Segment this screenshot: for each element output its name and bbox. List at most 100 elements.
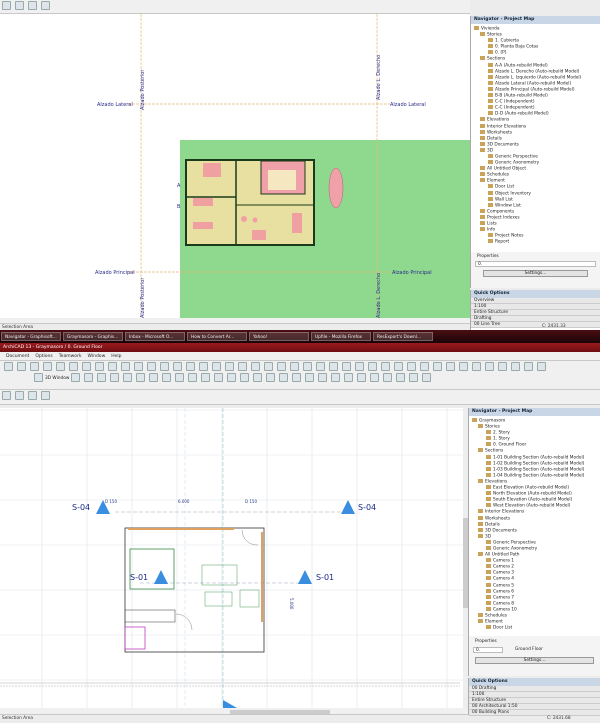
taskbar-item[interactable]: Inbox - Microsoft O... — [125, 332, 185, 341]
toolbar-tool-icon[interactable] — [82, 362, 91, 371]
toolbar-tool-icon[interactable] — [253, 373, 263, 382]
toolbar-tool-icon[interactable] — [175, 373, 185, 382]
toolbar-tool-icon[interactable] — [279, 373, 289, 382]
toolbar-tool-icon[interactable] — [381, 362, 390, 371]
toolbar-tool-icon[interactable] — [524, 362, 533, 371]
taskbar-item[interactable]: Navigator - Graphisoft... — [1, 332, 61, 341]
tree-item[interactable]: 1-03 Building Section (Auto-rebuild Mode… — [472, 466, 600, 473]
toolbar-tool-icon[interactable] — [30, 362, 39, 371]
toolbar-tool-icon[interactable] — [316, 362, 325, 371]
zoom-tool-icon[interactable] — [15, 391, 24, 400]
toolbar-tool-icon[interactable] — [277, 362, 286, 371]
toolbar-tool-icon[interactable] — [368, 362, 377, 371]
toolbar-tool-icon[interactable] — [420, 362, 429, 371]
settings-button[interactable]: Settings... — [483, 270, 588, 277]
toolbar-tool-icon[interactable] — [108, 362, 117, 371]
toolbar-tool-icon[interactable] — [394, 362, 403, 371]
toolbar-tool-icon[interactable] — [422, 373, 432, 382]
toolbar-tool-icon[interactable] — [225, 362, 234, 371]
taskbar-item[interactable]: Upfile - Mozilla Firefox — [311, 332, 371, 341]
toolbar-tool-icon[interactable] — [537, 362, 546, 371]
toolbar-tool-icon[interactable] — [264, 362, 273, 371]
toolbar-tool-icon[interactable] — [370, 373, 380, 382]
toolbar-tool-icon[interactable] — [303, 362, 312, 371]
toolbar-tool-icon[interactable] — [342, 362, 351, 371]
3d-window-icon[interactable] — [34, 373, 43, 382]
settings-button[interactable]: Settings... — [475, 657, 594, 664]
tree-item[interactable]: 1-01 Building Section (Auto-rebuild Mode… — [472, 454, 600, 461]
toolbar-tool-icon[interactable] — [69, 362, 78, 371]
toolbar-tool-icon[interactable] — [329, 362, 338, 371]
toolbar-tool-icon[interactable] — [511, 362, 520, 371]
toolbar-tool-icon[interactable] — [201, 373, 211, 382]
toolbar-tool-icon[interactable] — [147, 362, 156, 371]
toolbar-tool-icon[interactable] — [123, 373, 133, 382]
menu-item[interactable]: Document — [6, 354, 29, 359]
properties-field[interactable]: 0. — [475, 261, 596, 267]
toolbar-tool-icon[interactable] — [485, 362, 494, 371]
toolbar-tool-icon[interactable] — [251, 362, 260, 371]
taskbar-item[interactable]: Graymasoro - Graphis... — [63, 332, 123, 341]
toolbar-tool-icon[interactable] — [173, 362, 182, 371]
toolbar-tool-icon[interactable] — [199, 362, 208, 371]
toolbar-tool-icon[interactable] — [121, 362, 130, 371]
toolbar-tool-icon[interactable] — [110, 373, 120, 382]
horizontal-scrollbar[interactable] — [230, 710, 330, 714]
toolbar-tool-icon[interactable] — [459, 362, 468, 371]
tree-item[interactable]: Door List — [472, 625, 600, 631]
toolbar-tool-icon[interactable] — [344, 373, 354, 382]
menu-item[interactable]: Window — [88, 354, 106, 359]
toolbar-tool-icon[interactable] — [433, 362, 442, 371]
toolbar-tool-icon[interactable] — [43, 362, 52, 371]
toolbar-tool-icon[interactable] — [160, 362, 169, 371]
toolbar-tool-icon[interactable] — [134, 362, 143, 371]
toolbar-tool-icon[interactable] — [292, 373, 302, 382]
toolbar-tool-icon[interactable] — [472, 362, 481, 371]
toolbar-tool-icon[interactable] — [56, 362, 65, 371]
zoom-tool-icon[interactable] — [15, 1, 24, 10]
toolbar-tool-icon[interactable] — [305, 373, 315, 382]
bottom-plan-canvas[interactable]: S-04 S-04 S-01 S-01 D 150 6.000 D 150 5.… — [0, 408, 465, 713]
toolbar-tool-icon[interactable] — [4, 362, 13, 371]
properties-field[interactable]: 0. — [473, 647, 503, 653]
arrow-tool-icon[interactable] — [41, 1, 50, 10]
menu-item[interactable]: Options — [35, 354, 52, 359]
toolbar-tool-icon[interactable] — [162, 373, 172, 382]
toolbar-tool-icon[interactable] — [17, 362, 26, 371]
taskbar-item[interactable]: ResExport's Downl... — [373, 332, 433, 341]
menu-item[interactable]: Help — [111, 354, 121, 359]
toolbar-tool-icon[interactable] — [266, 373, 276, 382]
toolbar-tool-icon[interactable] — [212, 362, 221, 371]
marquee-tool-icon[interactable] — [2, 391, 11, 400]
tree-item[interactable]: Report — [474, 239, 600, 245]
toolbar-tool-icon[interactable] — [84, 373, 94, 382]
menu-item[interactable]: Teamwork — [59, 354, 82, 359]
toolbar-tool-icon[interactable] — [355, 362, 364, 371]
toolbar-tool-icon[interactable] — [446, 362, 455, 371]
top-plan-canvas[interactable]: Alzado Lateral Alzado Lateral Alzado Pri… — [0, 14, 470, 318]
toolbar-tool-icon[interactable] — [240, 373, 250, 382]
orbit-icon[interactable] — [28, 1, 37, 10]
marquee-tool-icon[interactable] — [2, 1, 11, 10]
toolbar-tool-icon[interactable] — [186, 362, 195, 371]
taskbar-item[interactable]: Yahoo! — [249, 332, 309, 341]
toolbar-tool-icon[interactable] — [383, 373, 393, 382]
tree-item[interactable]: 1-02 Building Section (Auto-rebuild Mode… — [472, 460, 600, 467]
taskbar-item[interactable]: How to Convert Ar... — [187, 332, 247, 341]
toolbar-tool-icon[interactable] — [290, 362, 299, 371]
toolbar-tool-icon[interactable] — [396, 373, 406, 382]
toolbar-tool-icon[interactable] — [227, 373, 237, 382]
toolbar-tool-icon[interactable] — [498, 362, 507, 371]
orbit-icon[interactable] — [28, 391, 37, 400]
toolbar-tool-icon[interactable] — [318, 373, 328, 382]
toolbar-tool-icon[interactable] — [136, 373, 146, 382]
toolbar-tool-icon[interactable] — [188, 373, 198, 382]
toolbar-tool-icon[interactable] — [95, 362, 104, 371]
toolbar-tool-icon[interactable] — [238, 362, 247, 371]
3d-window-button[interactable]: 3D Window — [45, 376, 69, 381]
toolbar-tool-icon[interactable] — [331, 373, 341, 382]
toolbar-tool-icon[interactable] — [71, 373, 81, 382]
toolbar-tool-icon[interactable] — [97, 373, 107, 382]
arrow-tool-icon[interactable] — [41, 391, 50, 400]
toolbar-tool-icon[interactable] — [214, 373, 224, 382]
